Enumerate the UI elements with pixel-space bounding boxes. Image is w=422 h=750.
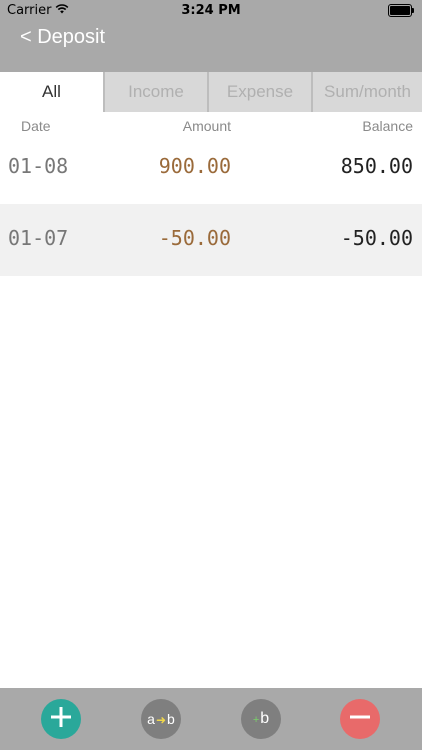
bottom-toolbar: a➜b +b — [0, 688, 422, 750]
back-button[interactable]: < Deposit — [20, 26, 105, 49]
battery-icon — [388, 4, 414, 17]
row-balance: 850.00 — [340, 154, 413, 178]
tab-expense[interactable]: Expense — [207, 72, 311, 112]
tab-bar: All Income Expense Sum/month — [0, 72, 422, 112]
top-bar: Carrier 3:24 PM < Deposit — [0, 0, 422, 72]
plus-icon — [50, 706, 72, 733]
transaction-list: 01-08 900.00 850.00 01-07 -50.00 -50.00 — [0, 132, 422, 276]
row-date: 01-07 — [8, 226, 69, 250]
row-amount: -50.00 — [158, 226, 231, 250]
tab-all[interactable]: All — [0, 72, 103, 112]
row-balance: -50.00 — [340, 226, 413, 250]
transfer-button[interactable]: a➜b — [141, 699, 181, 739]
plus-b-button[interactable]: +b — [241, 699, 281, 739]
status-time: 3:24 PM — [181, 3, 241, 18]
plus-b-icon: +b — [252, 710, 270, 727]
minus-button[interactable] — [340, 699, 380, 739]
row-amount: 900.00 — [158, 154, 231, 178]
tab-sum-month[interactable]: Sum/month — [311, 72, 422, 112]
row-date: 01-08 — [8, 154, 69, 178]
deposit-screen: Carrier 3:24 PM < Deposit All Income Exp… — [0, 0, 422, 750]
transfer-icon: a➜b — [147, 711, 175, 727]
tab-income[interactable]: Income — [103, 72, 207, 112]
transaction-row[interactable]: 01-08 900.00 850.00 — [0, 132, 422, 204]
transaction-row[interactable]: 01-07 -50.00 -50.00 — [0, 204, 422, 276]
add-button[interactable] — [41, 699, 81, 739]
minus-icon — [349, 706, 371, 733]
